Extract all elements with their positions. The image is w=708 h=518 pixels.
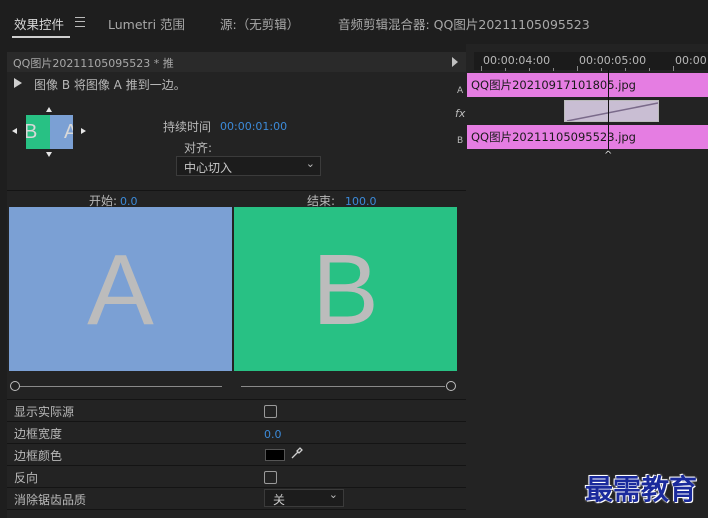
play-transition-icon[interactable] [14, 78, 22, 88]
clip-a[interactable]: QQ图片20210917101805.jpg [467, 73, 708, 97]
ruler-label: 00:00:04:00 [483, 54, 551, 67]
anti-aliasing-dropdown[interactable]: 关 ⌄ [264, 488, 344, 507]
expand-timeline-icon[interactable] [452, 57, 458, 67]
border-width-value[interactable]: 0.0 [264, 428, 282, 441]
preview-image-b: B [234, 207, 457, 371]
ruler-tick [553, 68, 554, 71]
transition-description: 图像 B 将图像 A 推到一边。 [34, 78, 186, 92]
thumbnail-image-b: B [26, 115, 50, 149]
alignment-value: 中心切入 [184, 161, 233, 175]
alignment-label: 对齐: [184, 141, 213, 155]
anti-aliasing-value: 关 [273, 493, 286, 507]
tab-source[interactable]: 源:（无剪辑） [220, 14, 299, 33]
reverse-label: 反向 [14, 471, 39, 485]
transition-clip[interactable] [564, 100, 659, 122]
active-tab-indicator [12, 36, 70, 38]
tab-lumetri-scopes[interactable]: Lumetri 范围 [108, 14, 185, 33]
duration-label: 持续时间 [163, 120, 212, 134]
ruler-tick [529, 68, 530, 71]
divider [7, 399, 466, 400]
watermark-logo: 最需教育 [585, 473, 698, 506]
chevron-down-icon: ⌄ [305, 157, 315, 170]
panel-menu-icon[interactable] [75, 17, 85, 27]
start-slider-handle[interactable] [10, 381, 20, 391]
clip-b[interactable]: QQ图片20211105095523.jpg [467, 125, 708, 149]
clip-a-name: QQ图片20210917101805.jpg [471, 78, 636, 92]
thumbnail-image-a: A [50, 115, 73, 149]
ruler-tick [649, 68, 650, 71]
ruler-tick [505, 68, 506, 71]
anti-aliasing-label: 消除锯齿品质 [14, 493, 87, 507]
ruler-tick [601, 68, 602, 71]
ruler-tick [673, 66, 674, 71]
playhead-marker-icon[interactable]: ^ [604, 150, 612, 161]
preview-b-letter: B [312, 234, 379, 346]
tab-audio-clip-mixer[interactable]: 音频剪辑混合器: QQ图片20211105095523 [338, 14, 590, 33]
divider [7, 509, 466, 510]
edge-selector-top-icon[interactable] [46, 107, 52, 112]
effect-clip-title: QQ图片20211105095523 * 推 [13, 57, 174, 70]
ruler-tick [625, 68, 626, 71]
divider [7, 190, 466, 191]
tab-effect-controls[interactable]: 效果控件 [14, 14, 64, 33]
divider [7, 487, 466, 488]
clip-b-name: QQ图片20211105095523.jpg [471, 130, 636, 144]
alignment-dropdown[interactable]: 中心切入 ⌄ [176, 156, 321, 176]
border-width-label: 边框宽度 [14, 427, 63, 441]
divider [7, 421, 466, 422]
show-actual-sources-checkbox[interactable] [264, 405, 277, 418]
preview-a-letter: A [87, 234, 154, 346]
end-slider-handle[interactable] [446, 381, 456, 391]
duration-value[interactable]: 00:00:01:00 [220, 120, 287, 133]
edge-selector-right-icon[interactable] [81, 128, 86, 134]
border-color-swatch[interactable] [265, 449, 285, 461]
ruler-tick [577, 66, 578, 71]
edge-selector-bottom-icon[interactable] [46, 152, 52, 157]
divider [7, 465, 466, 466]
track-fx-label: fx [455, 107, 466, 120]
ruler-label: 00:00 [675, 54, 707, 67]
reverse-checkbox[interactable] [264, 471, 277, 484]
track-b-label: B [457, 136, 464, 146]
end-slider-track[interactable] [241, 386, 445, 387]
preview-image-a: A [9, 207, 232, 371]
track-a-label: A [457, 86, 464, 96]
border-color-label: 边框颜色 [14, 449, 63, 463]
ruler-label: 00:00:05:00 [579, 54, 647, 67]
edge-selector-left-icon[interactable] [12, 128, 17, 134]
chevron-down-icon: ⌄ [328, 488, 338, 501]
divider [7, 443, 466, 444]
show-actual-sources-label: 显示实际源 [14, 405, 75, 419]
start-slider-track[interactable] [19, 386, 222, 387]
ruler-tick [481, 66, 482, 71]
playhead-line[interactable] [608, 70, 609, 154]
eyedropper-icon[interactable] [290, 446, 304, 460]
